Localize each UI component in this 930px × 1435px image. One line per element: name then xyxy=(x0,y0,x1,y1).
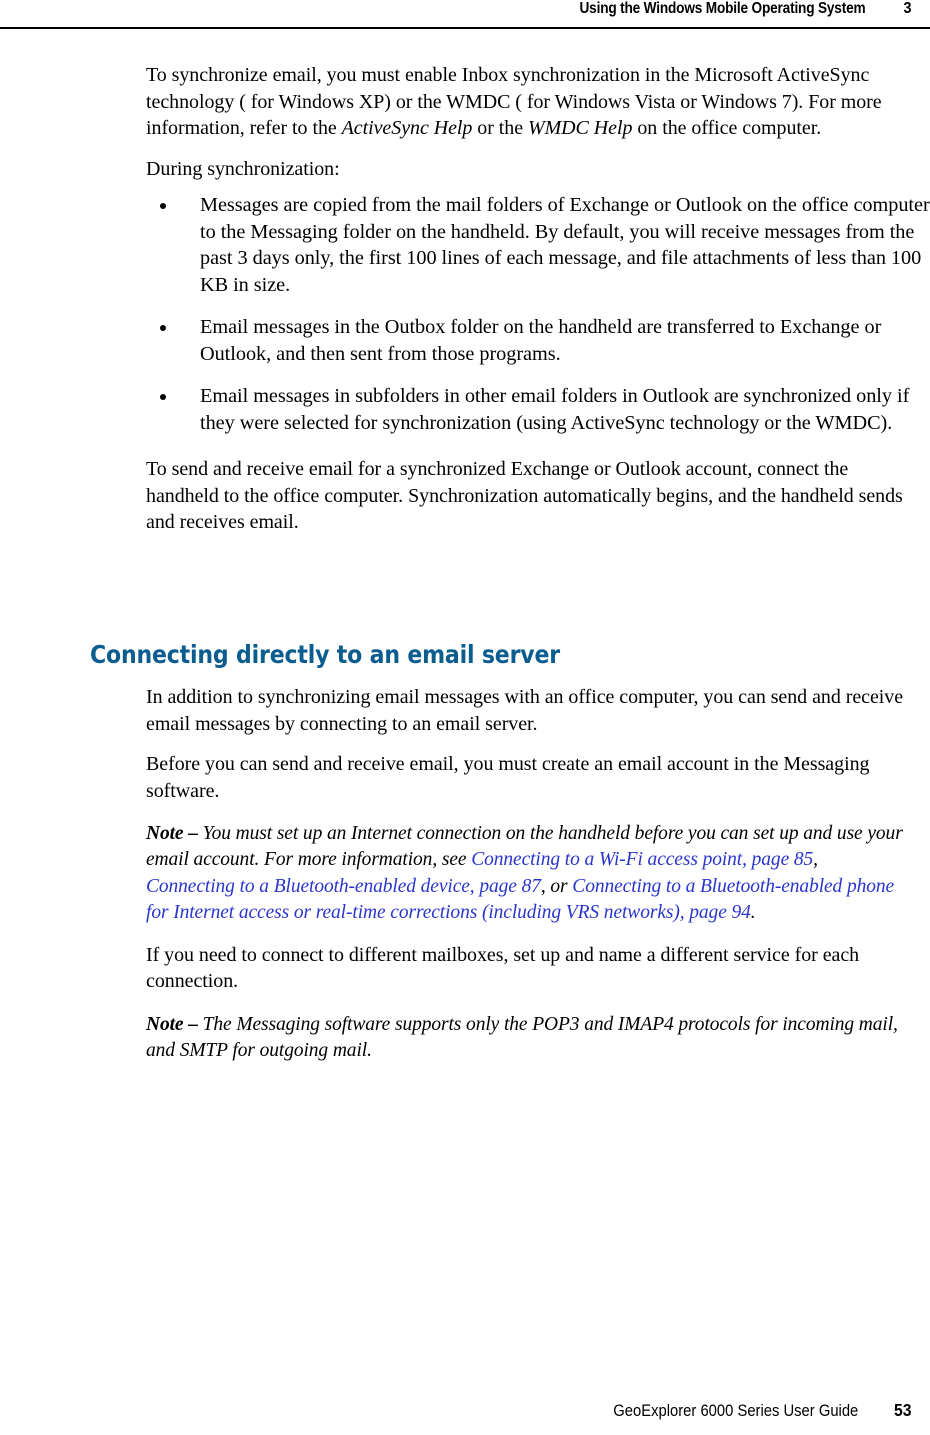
italic-activesync-help: ActiveSync Help xyxy=(341,117,473,139)
cross-reference-link-bluetooth-device[interactable]: Connecting to a Bluetooth-enabled device… xyxy=(146,875,541,897)
paragraph-during-synchronization: During synchronization: xyxy=(146,157,340,180)
section-heading-connecting-directly: Connecting directly to an email server xyxy=(90,640,560,669)
list-item: Email messages in the Outbox folder on t… xyxy=(146,314,930,367)
chapter-number: 3 xyxy=(903,0,912,17)
note-label: Note – xyxy=(146,1012,198,1035)
note-text-part-2: , xyxy=(813,848,818,871)
list-item: Messages are copied from the mail folder… xyxy=(146,192,930,298)
list-item-text: Messages are copied from the mail folder… xyxy=(200,194,930,296)
note-text-part-3: , or xyxy=(540,874,573,897)
paragraph-send-receive-email: To send and receive email for a synchron… xyxy=(146,458,903,533)
note-messaging-protocols: Note – The Messaging software supports o… xyxy=(146,1011,904,1064)
bullet-icon xyxy=(160,203,166,209)
paragraph-before-you-can-send: Before you can send and receive email, y… xyxy=(146,753,870,802)
list-item-text: Email messages in the Outbox folder on t… xyxy=(200,316,882,365)
paragraph-in-addition: In addition to synchronizing email messa… xyxy=(146,686,904,735)
header-rule xyxy=(0,27,930,29)
note-internet-connection: Note – You must set up an Internet conne… xyxy=(146,820,904,926)
bullet-icon xyxy=(160,394,166,400)
page-header: Using the Windows Mobile Operating Syste… xyxy=(0,0,930,32)
italic-wmdc-help: WMDC Help xyxy=(527,117,633,139)
page-footer: GeoExplorer 6000 Series User Guide 53 xyxy=(595,1400,912,1421)
footer-guide-title: GeoExplorer 6000 Series User Guide xyxy=(613,1401,859,1420)
bullet-list: Messages are copied from the mail folder… xyxy=(146,192,930,436)
cross-reference-link-wifi[interactable]: Connecting to a Wi-Fi access point, page… xyxy=(471,848,813,870)
paragraph-text-part-2: or the xyxy=(472,117,528,139)
running-title: Using the Windows Mobile Operating Syste… xyxy=(579,0,866,17)
note-text-part-4: . xyxy=(750,901,756,924)
content-lower: In addition to synchronizing email messa… xyxy=(146,684,930,1077)
paragraph-text-part-3: on the office computer. xyxy=(632,117,822,139)
paragraph-synchronize-email: To synchronize email, you must enable In… xyxy=(146,62,918,142)
list-item-text: Email messages in subfolders in other em… xyxy=(200,385,910,434)
note-text: The Messaging software supports only the… xyxy=(146,1012,898,1062)
note-label: Note – xyxy=(146,822,198,844)
footer-page-number: 53 xyxy=(893,1400,912,1420)
bullet-icon xyxy=(160,325,166,331)
paragraph-different-mailboxes: If you need to connect to different mail… xyxy=(146,943,860,993)
document-page: Using the Windows Mobile Operating Syste… xyxy=(0,0,930,1435)
content-upper: To synchronize email, you must enable In… xyxy=(146,62,930,550)
list-item: Email messages in subfolders in other em… xyxy=(146,383,930,436)
header-title-row: Using the Windows Mobile Operating Syste… xyxy=(560,0,912,18)
